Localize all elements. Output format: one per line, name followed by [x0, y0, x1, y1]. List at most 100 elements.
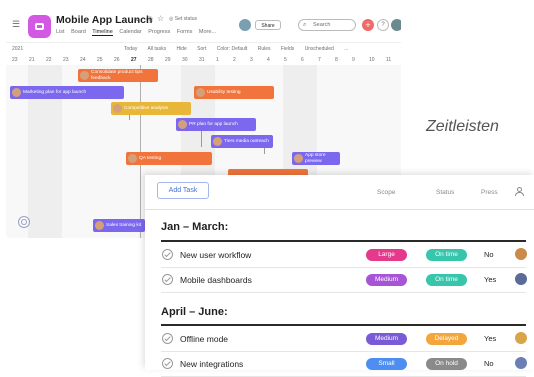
assignee-column-icon[interactable] — [515, 187, 524, 196]
tab-list[interactable]: List — [56, 29, 65, 35]
menu-icon[interactable]: ☰ — [12, 19, 20, 30]
complete-check-icon[interactable] — [162, 274, 173, 285]
chevron-down-icon[interactable]: ⌄ — [134, 14, 141, 23]
task-name[interactable]: New user workflow — [180, 250, 251, 260]
tab-more[interactable]: More... — [199, 29, 216, 35]
press-value[interactable]: No — [484, 250, 494, 259]
date-label: 2 — [233, 57, 236, 63]
timeline-task-bar[interactable]: Marketing plan for app launch — [10, 86, 124, 99]
scope-badge[interactable]: Medium — [366, 274, 407, 286]
avatar[interactable] — [515, 248, 527, 260]
section-divider — [161, 240, 526, 242]
task-name[interactable]: Offline mode — [180, 334, 228, 344]
sort-button[interactable]: Sort — [197, 46, 206, 52]
press-value[interactable]: Yes — [484, 275, 496, 284]
date-label: 30 — [182, 57, 188, 63]
task-label: Marketing plan for app launch — [23, 90, 87, 95]
timeline-task-bar[interactable]: Usability testing — [194, 86, 274, 99]
avatar[interactable] — [515, 273, 527, 285]
fields-button[interactable]: Fields — [281, 46, 294, 52]
task-label: App store preview — [305, 153, 326, 164]
timeline-task-bar[interactable]: Tiers media outreach — [211, 135, 273, 148]
table-row[interactable]: New integrations Small On hold No — [161, 352, 527, 377]
project-icon — [28, 15, 51, 38]
column-header-status[interactable]: Status — [436, 189, 454, 196]
tab-progress[interactable]: Progress — [148, 29, 170, 35]
avatar — [95, 221, 104, 230]
date-label: 28 — [148, 57, 154, 63]
set-status-label: Set status — [174, 16, 197, 22]
color-button[interactable]: Color: Default — [217, 46, 248, 52]
hide-button[interactable]: Hide — [176, 46, 186, 52]
date-label: 9 — [352, 57, 355, 63]
table-row[interactable]: New user workflow Large On time No — [161, 243, 527, 268]
status-badge[interactable]: On time — [426, 249, 467, 261]
info-icon[interactable]: ⓘ — [146, 15, 153, 25]
status-badge[interactable]: Delayed — [426, 333, 467, 345]
avatar[interactable] — [515, 357, 527, 369]
add-icon[interactable]: + — [362, 19, 374, 31]
task-label: Competitive analysis — [124, 106, 168, 111]
search-placeholder: Search — [313, 22, 331, 28]
scope-badge[interactable]: Medium — [366, 333, 407, 345]
table-row[interactable]: Mobile dashboards Medium On time Yes — [161, 268, 527, 293]
task-label: Consolidate product tips feedback — [91, 70, 143, 81]
status-badge[interactable]: On hold — [426, 358, 467, 370]
task-name[interactable]: New integrations — [180, 359, 243, 369]
section-divider — [161, 324, 526, 326]
status-badge[interactable]: On time — [426, 274, 467, 286]
timeline-task-bar[interactable]: Sales training kit — [93, 219, 145, 232]
tab-calendar[interactable]: Calendar — [119, 29, 141, 35]
scope-badge[interactable]: Large — [366, 249, 407, 261]
task-label: Usability testing — [207, 90, 241, 95]
timeline-task-bar[interactable]: App store preview — [292, 152, 340, 165]
timeline-task-bar[interactable]: Consolidate product tips feedback — [78, 69, 158, 82]
project-header: ☰ Mobile App Launch ⌄ ⓘ ☆ ◎ Set status L… — [6, 6, 401, 42]
tab-forms[interactable]: Forms — [177, 29, 193, 35]
search-icon: ⌕ — [303, 22, 307, 28]
list-view: Add Task Scope Status Press Jan – March:… — [145, 175, 534, 377]
task-name[interactable]: Mobile dashboards — [180, 275, 252, 285]
target-icon[interactable] — [18, 216, 30, 228]
search-input[interactable]: ⌕ Search — [298, 19, 356, 31]
all-tasks-filter[interactable]: All tasks — [147, 46, 166, 52]
date-label: 1 — [216, 57, 219, 63]
tab-board[interactable]: Board — [71, 29, 86, 35]
timeline-task-bar[interactable]: PR plan for app launch — [176, 118, 256, 131]
press-value[interactable]: Yes — [484, 334, 496, 343]
avatar — [294, 154, 303, 163]
avatar[interactable] — [239, 19, 251, 31]
project-tabs: List Board Timeline Calendar Progress Fo… — [56, 29, 221, 36]
complete-check-icon[interactable] — [162, 358, 173, 369]
complete-check-icon[interactable] — [162, 333, 173, 344]
table-row[interactable]: Offline mode Medium Delayed Yes — [161, 327, 527, 352]
star-icon[interactable]: ☆ — [157, 14, 164, 23]
date-label: 23 — [63, 57, 69, 63]
set-status-button[interactable]: ◎ Set status — [169, 16, 197, 22]
complete-check-icon[interactable] — [162, 249, 173, 260]
avatar[interactable] — [515, 332, 527, 344]
timeline-task-bar[interactable]: Competitive analysis — [111, 102, 191, 115]
timeline-task-bar[interactable]: QA testing — [126, 152, 212, 165]
column-header-scope[interactable]: Scope — [377, 189, 395, 196]
date-header: 23 21 22 23 24 25 26 27 28 29 30 31 1 2 3 4 5 6 7 8 9 10 11 — [6, 55, 401, 65]
section-header: April – June: — [161, 306, 228, 318]
caption: Zeitleisten — [426, 118, 499, 135]
today-button[interactable]: Today — [124, 46, 137, 52]
rules-button[interactable]: Rules — [258, 46, 271, 52]
tab-timeline[interactable]: Timeline — [92, 29, 113, 36]
help-icon[interactable]: ? — [377, 19, 389, 31]
share-button[interactable]: Share — [255, 20, 281, 30]
more-options-button[interactable]: ... — [344, 46, 348, 52]
scope-badge[interactable]: Small — [366, 358, 407, 370]
user-avatar[interactable] — [391, 19, 401, 31]
date-label: 22 — [46, 57, 52, 63]
column-header-press[interactable]: Press — [481, 189, 498, 196]
date-label: 29 — [165, 57, 171, 63]
add-task-button[interactable]: Add Task — [157, 182, 209, 199]
date-label: 23 — [12, 57, 18, 63]
date-label: 27 — [131, 57, 137, 63]
unscheduled-button[interactable]: Unscheduled — [305, 46, 334, 52]
press-value[interactable]: No — [484, 359, 494, 368]
task-label: QA testing — [139, 156, 162, 161]
